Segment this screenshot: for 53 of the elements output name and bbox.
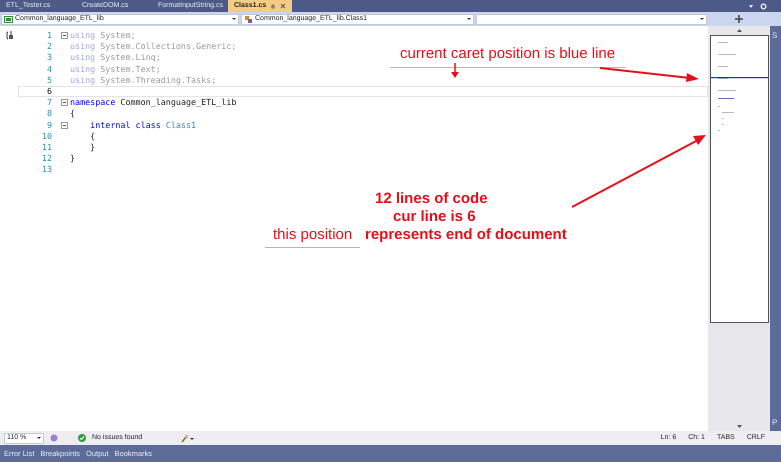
- check-icon: [78, 434, 86, 442]
- line-number: 13: [40, 164, 53, 176]
- line-number: 3: [46, 52, 53, 64]
- annotation-text: 12 lines of code: [375, 191, 488, 206]
- minimap-drawing[interactable]: [710, 35, 768, 323]
- pin-icon[interactable]: [270, 3, 276, 9]
- extension-icon[interactable]: [50, 434, 58, 442]
- annotation-text: represents end of document: [365, 227, 567, 242]
- code-lens-icon: [6, 31, 14, 40]
- line-number: 7: [46, 97, 53, 108]
- line-number: 10: [40, 130, 53, 142]
- side-panel-label[interactable]: P: [772, 417, 781, 429]
- class-icon: [244, 14, 253, 24]
- code-line: namespace Common_language_ETL_lib: [70, 97, 236, 108]
- caret-icon[interactable]: [232, 17, 236, 21]
- line-number: 5: [46, 74, 53, 86]
- line-number: 8: [46, 108, 53, 120]
- close-icon[interactable]: [280, 3, 286, 9]
- line-number: 4: [46, 64, 53, 75]
- line-number: 9: [46, 120, 53, 131]
- code-line: }: [89, 142, 96, 154]
- code-line: using System.Text;: [70, 64, 161, 75]
- arrow: [451, 63, 459, 78]
- code-line: internal class Class1: [89, 120, 196, 131]
- settings-icon[interactable]: [760, 2, 767, 10]
- annotation-text: this position: [273, 227, 352, 242]
- caret-icon[interactable]: [37, 436, 41, 440]
- annotation-text: cur line is 6: [393, 209, 476, 224]
- line-number: 6: [46, 86, 53, 98]
- code-line: }: [70, 153, 76, 164]
- code-line: {: [89, 130, 96, 142]
- scroll-down-icon[interactable]: [736, 425, 742, 428]
- caret-icon[interactable]: [467, 17, 471, 21]
- code-line: {: [70, 108, 76, 120]
- collapse-icon[interactable]: [60, 32, 68, 40]
- dropdown-icon[interactable]: [748, 3, 754, 9]
- line-number: 2: [46, 41, 53, 52]
- code-line: using System.Collections.Generic;: [70, 41, 236, 52]
- scroll-up-icon[interactable]: [736, 29, 742, 32]
- code-line: using System;: [70, 30, 136, 42]
- side-panel-label[interactable]: S: [772, 30, 781, 42]
- brush-icon[interactable]: [180, 434, 194, 442]
- code-line: using System.Threading.Tasks;: [70, 74, 216, 86]
- plus-icon: [735, 15, 743, 23]
- collapse-icon[interactable]: [60, 99, 68, 106]
- project-icon: [4, 14, 13, 24]
- caret-icon[interactable]: [700, 17, 704, 21]
- line-number: 11: [40, 142, 53, 154]
- annotation-text: current caret position is blue line: [400, 46, 616, 61]
- collapse-icon[interactable]: [60, 122, 68, 129]
- line-number: 12: [40, 153, 53, 164]
- code-line: using System.Linq;: [70, 52, 161, 64]
- line-number: 1: [46, 30, 53, 42]
